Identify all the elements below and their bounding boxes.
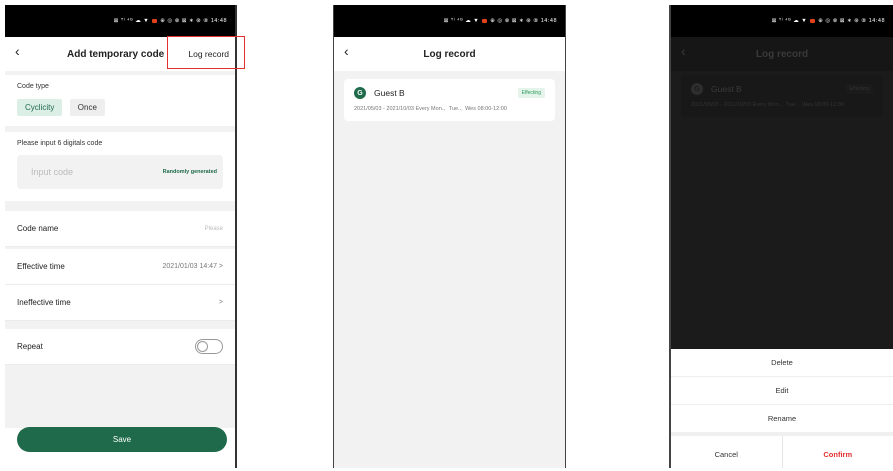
page-title: Log record [755, 48, 809, 60]
code-name-row[interactable]: Code name Please [5, 211, 235, 247]
status-icons-left: ⊠ ᵀˡ ⁴ᴳ ☁ ▼ [771, 18, 808, 24]
save-button[interactable]: Save [17, 427, 227, 452]
notification-icon [152, 19, 158, 23]
rename-option[interactable]: Rename [671, 405, 893, 432]
back-arrow-icon: ‹ [681, 43, 686, 59]
status-icons-left: ⊠ ᵀˡ ⁴ᴳ ☁ ▼ [443, 18, 480, 24]
back-arrow-icon[interactable]: ‹ [344, 43, 349, 59]
cyclicity-option[interactable]: Cyclicity [17, 99, 63, 116]
status-bar: ⊠ ᵀˡ ⁴ᴳ ☁ ▼ ⊕ ◎ ⊗ ⊠ ∗ ⊛ ⑧ 14:48 [671, 5, 893, 37]
toggle-knob [197, 341, 208, 352]
back-arrow-icon[interactable]: ‹ [15, 43, 20, 59]
phone-screen-log-record: ⊠ ᵀˡ ⁴ᴳ ☁ ▼ ⊕ ◎ ⊗ ⊠ ∗ ⊛ ⑧ 14:48 ‹ Log re… [333, 5, 566, 468]
notification-icon [482, 19, 488, 23]
settings-list: Code name Please Effective time 2021/01/… [5, 211, 235, 365]
code-input-label: Please input 6 digitals code [17, 140, 103, 147]
guest-name: Guest B [711, 84, 742, 94]
log-entry-card-dimmed: G Guest B Effecting 2021/05/03 - 2021/10… [681, 75, 883, 117]
code-name-label: Code name [17, 224, 59, 233]
random-generate-button[interactable]: Randomly generated [163, 169, 217, 175]
repeat-label: Repeat [17, 342, 43, 351]
nav-bar: ‹ Log record [334, 37, 565, 71]
repeat-row: Repeat [5, 329, 235, 365]
page-title: Add temporary code [67, 48, 165, 60]
guest-name: Guest B [374, 88, 405, 98]
code-input-section: Please input 6 digitals code Input code … [5, 132, 235, 201]
delete-option[interactable]: Delete [671, 349, 893, 377]
status-badge: Effecting [517, 88, 545, 98]
status-icons-right: ⊕ ◎ ⊗ ⊠ ∗ ⊛ ⑧ 14:48 [160, 18, 227, 24]
status-icons-right: ⊕ ◎ ⊗ ⊠ ∗ ⊛ ⑧ 14:48 [490, 18, 557, 24]
chevron-right-icon: > [218, 299, 223, 306]
code-type-section: Code type Cyclicity Once [5, 75, 235, 126]
notification-icon [810, 19, 816, 23]
entry-detail: 2021/05/03 - 2021/10/03 Every Mon.、Tue.、… [691, 102, 844, 108]
status-bar: ⊠ ᵀˡ ⁴ᴳ ☁ ▼ ⊕ ◎ ⊗ ⊠ ∗ ⊛ ⑧ 14:48 [334, 5, 565, 37]
confirm-button[interactable]: Confirm [783, 436, 893, 468]
ineffective-time-row[interactable]: Ineffective time > [5, 285, 235, 321]
code-type-label: Code type [17, 83, 49, 90]
action-sheet: Delete Edit Rename Cancel Confirm [671, 349, 893, 468]
guest-avatar-icon: G [691, 83, 703, 95]
effective-time-value: 2021/01/03 14:47 > [162, 263, 223, 270]
highlight-box [167, 36, 245, 69]
code-name-placeholder: Please [204, 225, 223, 232]
log-entry-card[interactable]: G Guest B Effecting 2021/05/03 - 2021/10… [344, 79, 555, 121]
status-bar: ⊠ ᵀˡ ⁴ᴳ ☁ ▼ ⊕ ◎ ⊗ ⊠ ∗ ⊛ ⑧ 14:48 [5, 5, 235, 37]
effective-time-label: Effective time [17, 262, 65, 271]
guest-avatar-icon: G [354, 87, 366, 99]
nav-bar: ‹ Log record [671, 37, 893, 71]
entry-detail: 2021/05/03 - 2021/10/03 Every Mon.、Tue.、… [354, 106, 507, 112]
status-badge: Effecting [845, 84, 873, 94]
page-title: Log record [423, 48, 476, 60]
ineffective-time-label: Ineffective time [17, 298, 71, 307]
edit-option[interactable]: Edit [671, 377, 893, 405]
code-input-field[interactable]: Input code Randomly generated [17, 155, 223, 189]
status-icons-right: ⊕ ◎ ⊗ ⊠ ∗ ⊛ ⑧ 14:48 [818, 18, 885, 24]
code-input-placeholder: Input code [31, 167, 74, 177]
repeat-toggle[interactable] [195, 339, 223, 354]
status-icons-left: ⊠ ᵀˡ ⁴ᴳ ☁ ▼ [113, 18, 150, 24]
phone-screen-add-code: ⊠ ᵀˡ ⁴ᴳ ☁ ▼ ⊕ ◎ ⊗ ⊠ ∗ ⊛ ⑧ 14:48 ‹ Add te… [5, 5, 237, 468]
effective-time-row[interactable]: Effective time 2021/01/03 14:47 > [5, 249, 235, 285]
phone-screen-action-sheet: ⊠ ᵀˡ ⁴ᴳ ☁ ▼ ⊕ ◎ ⊗ ⊠ ∗ ⊛ ⑧ 14:48 ‹ Log re… [669, 5, 893, 468]
once-option[interactable]: Once [69, 99, 105, 116]
action-sheet-footer: Cancel Confirm [671, 432, 893, 468]
cancel-button[interactable]: Cancel [671, 436, 783, 468]
